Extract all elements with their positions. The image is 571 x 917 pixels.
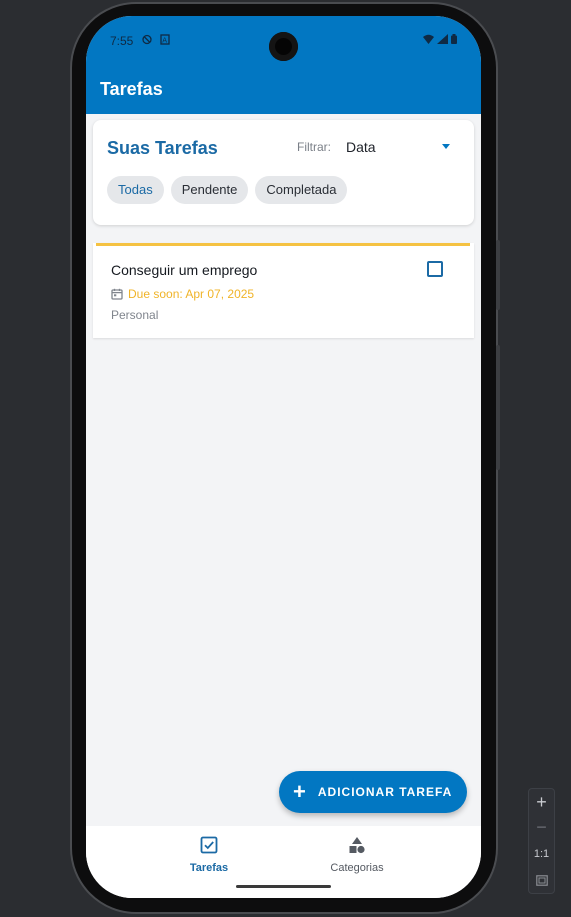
camera-cutout [269, 32, 298, 61]
notification-icon: A [142, 34, 171, 45]
add-task-button[interactable]: + ADICIONAR TAREFA [279, 771, 467, 813]
shapes-icon [349, 837, 365, 854]
svg-text:A: A [162, 37, 171, 45]
power-button [496, 345, 500, 470]
filter-card: Suas Tarefas Filtrar: Data Todas Pendent… [93, 120, 474, 225]
cellular-signal-icon [437, 34, 448, 44]
nav-label-tarefas: Tarefas [189, 862, 229, 874]
chip-completada[interactable]: Completada [255, 176, 348, 204]
filter-selected-value: Data [346, 139, 376, 155]
status-system-icons [423, 34, 457, 44]
status-time: 7:55 [110, 34, 134, 48]
app-bar: Tarefas [86, 64, 481, 114]
emulator-zoom-panel: + − 1:1 [528, 788, 555, 894]
calendar-icon [111, 288, 123, 300]
zoom-ratio-button[interactable]: 1:1 [529, 848, 554, 860]
task-complete-checkbox[interactable] [427, 261, 443, 277]
task-category: Personal [111, 308, 159, 322]
zoom-in-button[interactable]: + [529, 792, 554, 813]
chip-pendente[interactable]: Pendente [170, 176, 249, 204]
app-title: Tarefas [100, 79, 163, 99]
task-priority-accent [96, 243, 470, 246]
filter-label: Filtrar: [297, 140, 331, 154]
checkbox-icon [200, 836, 218, 854]
task-due-row: Due soon: Apr 07, 2025 [111, 287, 254, 301]
task-title: Conseguir um emprego [111, 262, 258, 278]
volume-button [496, 240, 500, 310]
home-gesture-bar[interactable] [236, 885, 331, 888]
task-card[interactable]: Conseguir um emprego Due soon: Apr 07, 2… [93, 243, 474, 338]
add-task-label: ADICIONAR TAREFA [317, 785, 453, 799]
zoom-out-button[interactable]: − [529, 817, 554, 838]
plus-icon: + [293, 779, 306, 804]
status-filter-chips: Todas Pendente Completada [107, 176, 348, 204]
battery-icon [451, 34, 457, 44]
chip-todas[interactable]: Todas [107, 176, 164, 204]
section-title: Suas Tarefas [107, 138, 218, 158]
nav-label-categorias: Categorias [330, 862, 384, 874]
nav-item-tarefas[interactable]: Tarefas [159, 836, 259, 874]
nav-item-categorias[interactable]: Categorias [307, 836, 407, 874]
device-screen: 7:55 A Tarefas Suas Tarefas Filtrar: Dat… [86, 16, 481, 898]
fit-screen-icon[interactable] [529, 873, 554, 889]
dropdown-arrow-icon [442, 144, 450, 149]
filter-dropdown[interactable]: Data [346, 134, 450, 160]
status-bar: 7:55 A [86, 16, 481, 64]
status-notification-icons: A [142, 34, 172, 48]
task-due-text: Due soon: Apr 07, 2025 [128, 287, 255, 301]
wifi-icon [423, 34, 434, 44]
